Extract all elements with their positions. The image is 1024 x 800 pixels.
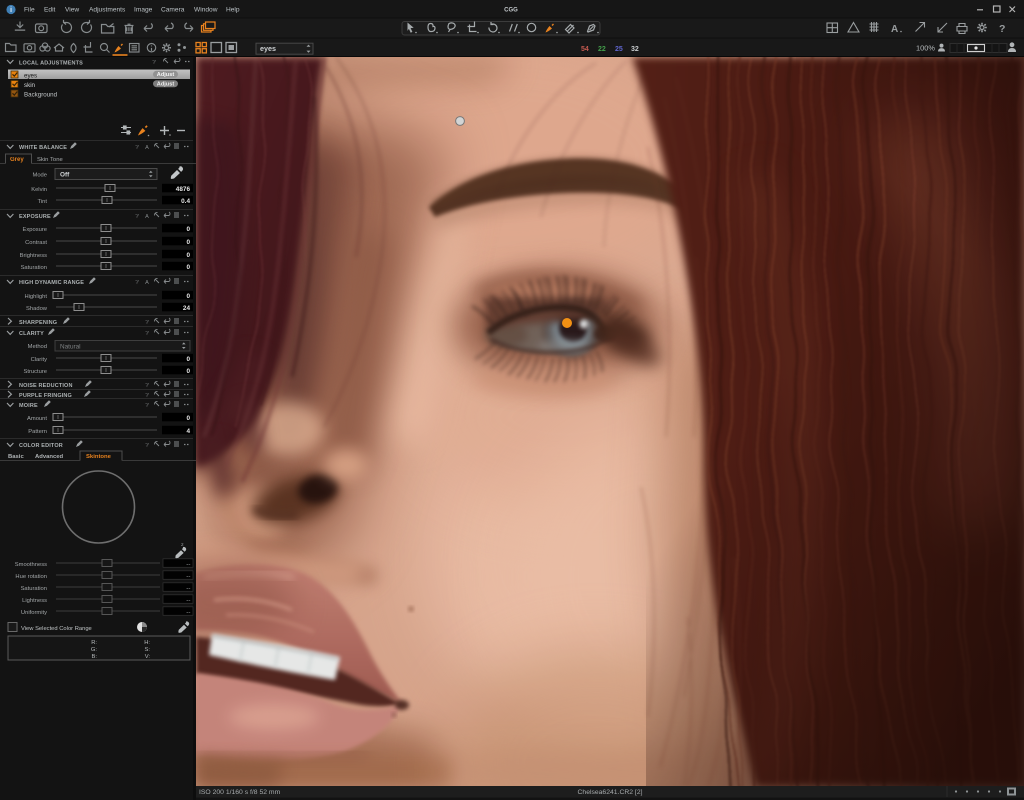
svg-text:CLARITY: CLARITY [19,331,44,337]
svg-text:4: 4 [186,428,190,435]
svg-text:SHARPENING: SHARPENING [19,320,57,326]
svg-text:24: 24 [183,305,191,312]
svg-text:Skintone: Skintone [86,454,112,460]
svg-text:EXPOSURE: EXPOSURE [19,214,51,220]
svg-text:Contrast: Contrast [25,240,47,246]
svg-text:Window: Window [194,7,218,14]
svg-text:R:: R: [91,640,97,646]
svg-text:Exposure: Exposure [23,227,48,233]
svg-text:Brightness: Brightness [20,253,47,259]
svg-text:Grey: Grey [10,157,24,163]
svg-text:0: 0 [186,239,190,246]
svg-text:V:: V: [145,654,151,660]
svg-text:25: 25 [615,46,623,53]
svg-text:ISO 200 1/160 s f/8 52 mm: ISO 200 1/160 s f/8 52 mm [199,789,281,796]
svg-text:Camera: Camera [161,7,185,14]
svg-text:Edit: Edit [44,7,56,14]
svg-text:Mode: Mode [32,173,47,179]
svg-text:B:: B: [92,654,98,660]
svg-text:Saturation: Saturation [21,265,47,271]
svg-text:CGG: CGG [504,8,518,14]
svg-text:MOIRE: MOIRE [19,403,38,409]
svg-text:Natural: Natural [60,343,81,350]
svg-text:0: 0 [186,356,190,363]
svg-text:--: -- [186,597,190,604]
svg-text:Skin Tone: Skin Tone [37,157,63,163]
svg-text:0: 0 [186,226,190,233]
svg-text:eyes: eyes [260,44,276,53]
svg-text:?: ? [999,23,1005,35]
svg-text:COLOR EDITOR: COLOR EDITOR [19,443,63,449]
svg-text:H:: H: [144,640,150,646]
svg-text:S:: S: [145,647,151,653]
svg-text:View Selected Color Range: View Selected Color Range [21,626,92,632]
svg-text:G:: G: [91,647,98,653]
svg-text:Adjust: Adjust [157,82,175,88]
svg-text:4876: 4876 [176,186,191,193]
svg-text:View: View [65,7,79,14]
svg-text:Lightness: Lightness [22,598,47,604]
svg-text:Adjustments: Adjustments [89,7,126,14]
svg-text:HIGH DYNAMIC RANGE: HIGH DYNAMIC RANGE [19,280,84,286]
svg-text:0: 0 [186,415,190,422]
svg-text:--: -- [186,609,190,616]
svg-text:Adjust: Adjust [157,72,175,78]
svg-text:Advanced: Advanced [35,454,64,460]
svg-text:Structure: Structure [23,369,47,375]
svg-text:0: 0 [186,252,190,259]
svg-text:Tint: Tint [38,199,48,205]
svg-text:Clarity: Clarity [31,357,48,363]
svg-text:100%: 100% [916,44,935,53]
svg-text:Help: Help [226,7,240,14]
svg-text:Off: Off [60,172,70,179]
svg-text:A: A [891,24,898,35]
svg-text:32: 32 [631,46,639,53]
svg-text:Kelvin: Kelvin [31,187,47,193]
svg-text:Pattern: Pattern [28,429,47,435]
svg-text:Chelsea6241.CR2 [2]: Chelsea6241.CR2 [2] [578,789,643,796]
svg-text:--: -- [186,585,190,592]
svg-text:--: -- [186,573,190,580]
svg-text:Basic: Basic [8,454,24,460]
svg-text:skin: skin [24,82,36,89]
svg-text:Shadow: Shadow [26,306,48,312]
svg-text:Hue rotation: Hue rotation [15,574,47,580]
svg-text:Amount: Amount [27,416,47,422]
svg-text:Saturation: Saturation [21,586,47,592]
svg-text:Method: Method [28,344,47,350]
svg-text:Smoothness: Smoothness [15,562,47,568]
svg-text:NOISE REDUCTION: NOISE REDUCTION [19,383,73,389]
svg-text:Background: Background [24,91,58,98]
svg-text:WHITE BALANCE: WHITE BALANCE [19,145,67,151]
svg-text:0: 0 [186,264,190,271]
svg-text:0: 0 [186,368,190,375]
svg-text:LOCAL ADJUSTMENTS: LOCAL ADJUSTMENTS [19,60,83,66]
svg-text:File: File [24,7,35,14]
svg-text:Highlight: Highlight [24,294,47,300]
svg-text:--: -- [186,561,190,568]
svg-text:eyes: eyes [24,72,37,79]
svg-text:Image: Image [134,7,153,14]
svg-text:Uniformity: Uniformity [21,610,47,616]
svg-text:2: 2 [181,542,184,547]
svg-text:22: 22 [598,46,606,53]
svg-text:i: i [10,5,12,14]
svg-text:0.4: 0.4 [181,198,190,205]
svg-text:0: 0 [186,293,190,300]
svg-text:54: 54 [581,46,589,53]
